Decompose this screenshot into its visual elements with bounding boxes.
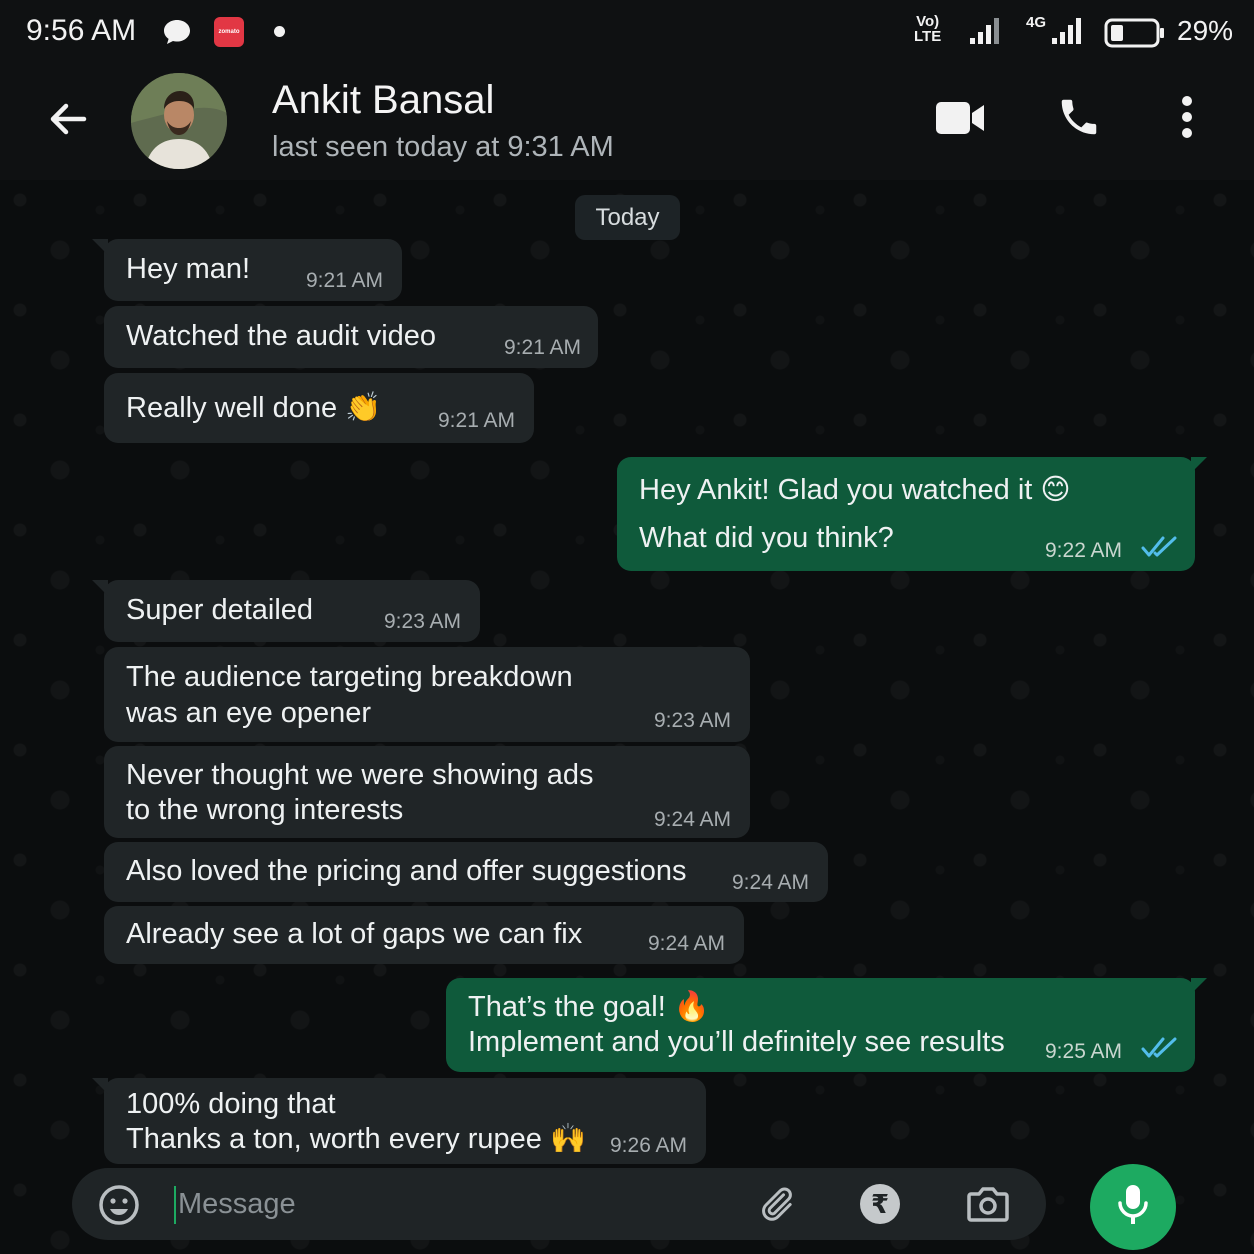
battery-percent: 29% [1177,15,1234,46]
battery-icon [1104,18,1166,53]
message-text-line: Never thought we were showing ads [126,759,594,791]
message-time: 9:21 AM [306,269,384,292]
message-input[interactable] [178,1182,738,1226]
avatar[interactable] [131,73,227,169]
message-text-line: was an eye opener [126,697,372,729]
message-time: 9:24 AM [654,808,732,831]
message-text-line: Hey Ankit! Glad you watched it 😊 [639,474,1071,506]
mic-icon [1115,1183,1151,1232]
video-call-icon[interactable] [934,100,986,141]
message-time: 9:21 AM [504,336,582,359]
message-text: Really well done 👏 [126,392,382,424]
date-divider: Today [575,195,680,240]
volte-label: Vo) LTE [914,13,942,45]
status-time: 9:56 AM [26,14,137,47]
incoming-message[interactable]: Watched the audit video 9:21 AM [104,306,598,368]
incoming-message[interactable]: Super detailed 9:23 AM [92,580,480,642]
message-time: 9:23 AM [654,709,732,732]
chat-bubble-icon [162,18,192,51]
message-text-line: What did you think? [639,522,894,554]
emoji-icon[interactable] [98,1184,140,1231]
incoming-message[interactable]: 100% doing that Thanks a ton, worth ever… [92,1078,706,1164]
message-text: Hey man! [126,253,251,285]
message-text: Already see a lot of gaps we can fix [126,918,583,950]
incoming-message[interactable]: The audience targeting breakdown was an … [104,647,750,742]
mic-button[interactable] [1090,1164,1176,1250]
message-time: 9:26 AM [610,1134,688,1157]
camera-icon[interactable] [966,1184,1010,1229]
network-type-label: 4G [1026,14,1047,31]
message-text: Super detailed [126,594,314,626]
attach-icon[interactable] [756,1184,796,1229]
outgoing-message[interactable]: Hey Ankit! Glad you watched it 😊 What di… [617,457,1207,571]
contact-name[interactable]: Ankit Bansal [272,78,494,123]
message-text-line: to the wrong interests [126,794,404,826]
message-text-line: 100% doing that [126,1088,336,1120]
message-time: 9:24 AM [648,932,726,955]
signal-icon [968,14,1002,51]
read-receipt-icon [1141,1036,1179,1065]
message-text-line: Thanks a ton, worth every rupee 🙌 [126,1123,587,1155]
text-cursor [174,1186,176,1224]
status-bar: 9:56 AM zomato Vo) LTE 4G 29% [0,0,1254,64]
zomato-icon: zomato [214,17,244,47]
message-text: Watched the audit video [126,320,437,352]
incoming-message[interactable]: Also loved the pricing and offer suggest… [104,842,828,902]
last-seen-status: last seen today at 9:31 AM [272,131,614,163]
incoming-message[interactable]: Hey man! 9:21 AM [92,239,402,301]
message-time: 9:24 AM [732,871,810,894]
chat-header: Ankit Bansal last seen today at 9:31 AM [0,64,1254,180]
notification-dot-icon [274,26,285,37]
incoming-message[interactable]: Already see a lot of gaps we can fix 9:2… [104,906,744,964]
message-time: 9:22 AM [1045,539,1123,562]
outgoing-message[interactable]: That’s the goal! 🔥 Implement and you’ll … [446,978,1207,1072]
incoming-message[interactable]: Really well done 👏 9:21 AM [104,373,534,443]
back-arrow-icon[interactable] [44,94,94,144]
read-receipt-icon [1141,535,1179,564]
message-time: 9:25 AM [1045,1040,1123,1063]
phone-icon[interactable] [1056,94,1102,145]
incoming-message[interactable]: Never thought we were showing ads to the… [104,746,750,838]
message-composer: ₹ [72,1168,1046,1240]
signal-icon [1050,14,1084,51]
more-vertical-icon[interactable] [1176,94,1198,140]
message-text-line: That’s the goal! 🔥 [468,991,710,1023]
message-text: Also loved the pricing and offer suggest… [126,855,687,887]
message-time: 9:23 AM [384,610,462,633]
message-time: 9:21 AM [438,409,516,432]
message-text-line: The audience targeting breakdown [126,661,573,693]
message-text-line: Implement and you’ll definitely see resu… [468,1026,1005,1058]
rupee-icon[interactable]: ₹ [860,1184,900,1224]
